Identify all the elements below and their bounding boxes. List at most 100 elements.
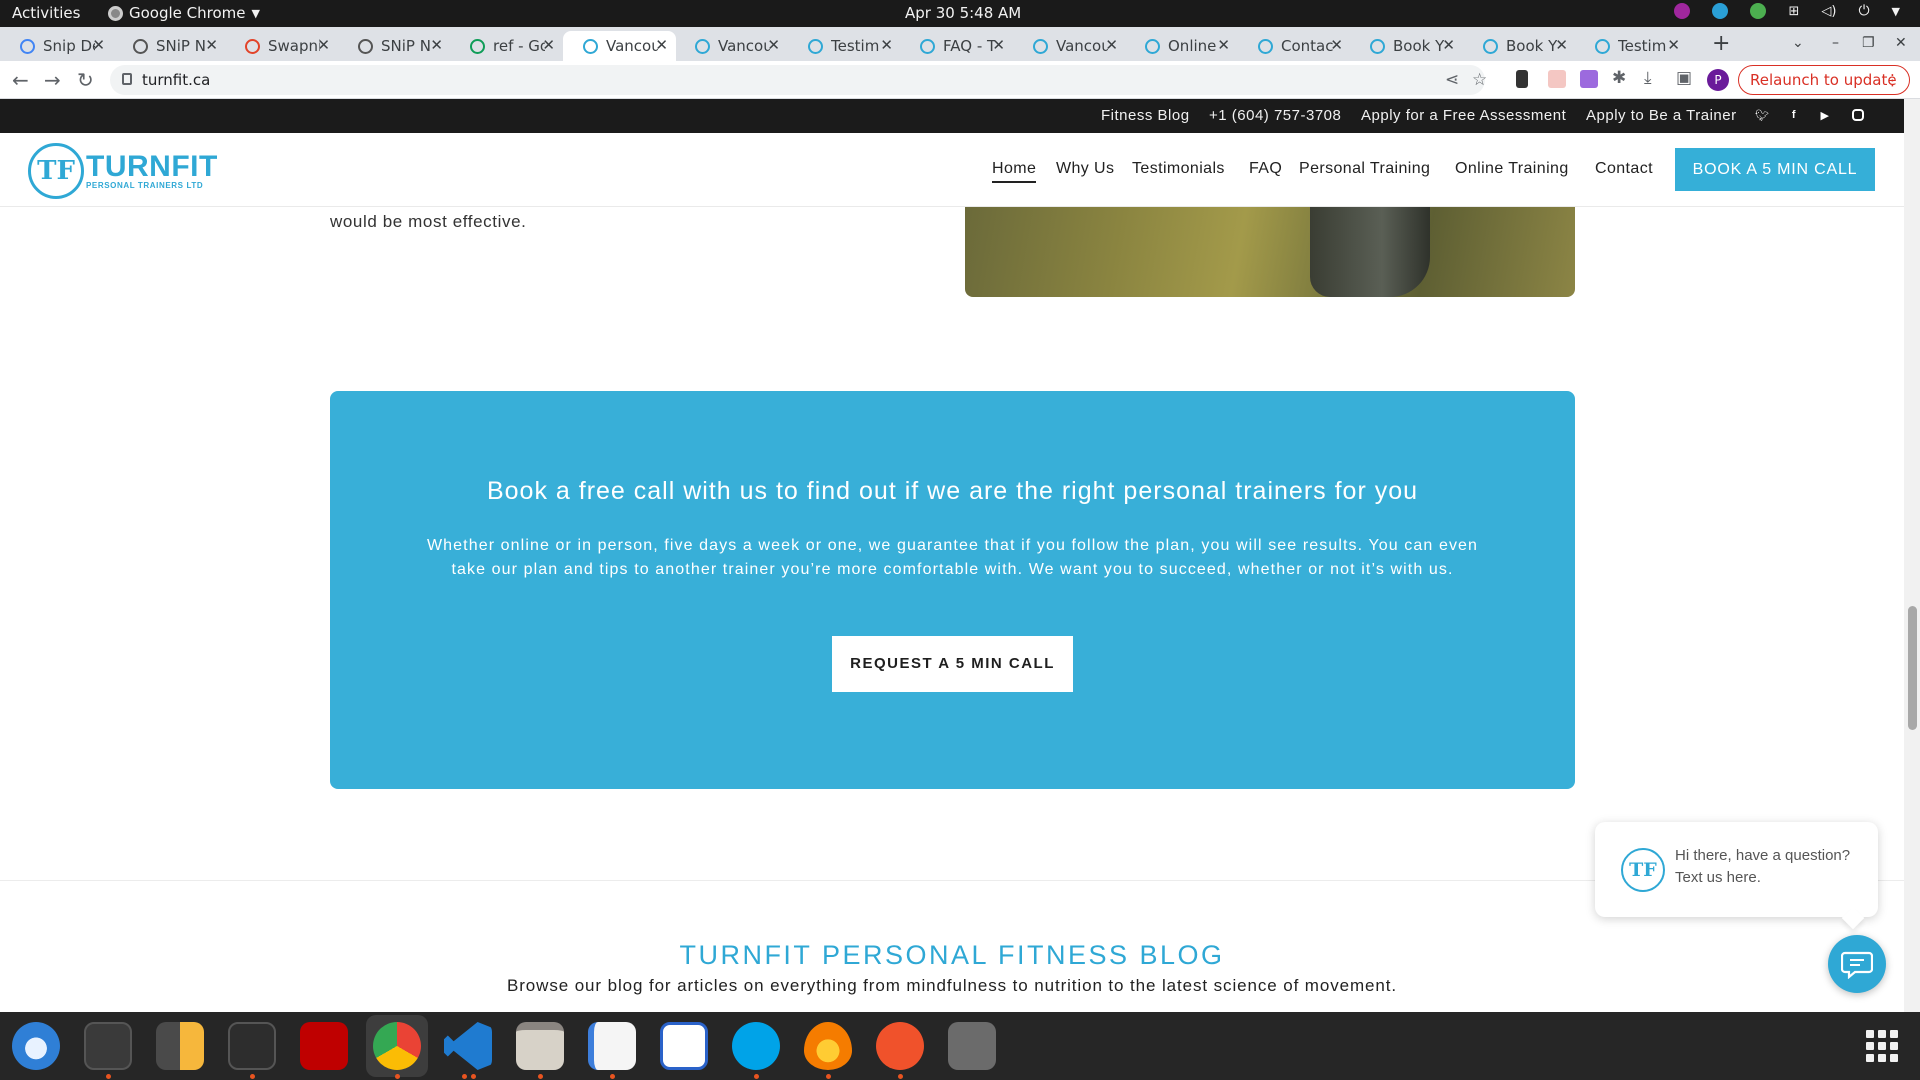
nav-testimonials[interactable]: Testimonials [1132,160,1225,178]
browser-tab[interactable]: SNiP N ✕ [113,31,226,61]
address-bar[interactable]: turnfit.ca ⋖ ☆ [110,65,1487,95]
disk-icon[interactable] [948,1022,996,1070]
bookmark-star-icon[interactable]: ☆ [1472,70,1487,90]
browser-tab[interactable]: Book Y ✕ [1463,31,1576,61]
turnfit-logo[interactable]: TF TURNFIT PERSONAL TRAINERS LTD [28,143,218,199]
browser-tab[interactable]: Swapni ✕ [225,31,338,61]
nav-home[interactable]: Home [992,160,1037,183]
chat-prompt[interactable]: TF Hi there, have a question? Text us he… [1595,822,1878,930]
close-tab-icon[interactable]: ✕ [655,36,668,54]
side-panel-icon[interactable]: ▣ [1676,68,1692,88]
close-tab-icon[interactable]: ✕ [1667,36,1680,54]
check-icon[interactable] [1750,3,1767,19]
profile-avatar[interactable]: P [1707,69,1729,91]
color-picker-icon[interactable] [1674,3,1691,19]
show-apps-icon[interactable] [1866,1030,1898,1062]
files-icon[interactable] [516,1022,564,1070]
restore-icon[interactable]: ❐ [1862,35,1875,51]
nav-why-us[interactable]: Why Us [1056,160,1114,178]
browser-tab[interactable]: FAQ - T ✕ [900,31,1013,61]
close-tab-icon[interactable]: ✕ [92,36,105,54]
request-call-button[interactable]: REQUEST A 5 MIN CALL [832,636,1073,692]
filezilla-icon[interactable] [300,1022,348,1070]
instagram-icon[interactable] [1852,109,1864,121]
minimize-icon[interactable]: – [1832,35,1839,51]
page-scrollbar[interactable] [1904,99,1920,1012]
calendar-extension-icon[interactable] [1548,70,1566,88]
phone-link[interactable]: +1 (604) 757-3708 [1209,107,1341,124]
scrollbar-thumb[interactable] [1908,606,1917,730]
browser-tab[interactable]: SNiP N ✕ [338,31,451,61]
chat-launcher-button[interactable] [1828,935,1886,993]
activities-button[interactable]: Activities [12,4,80,22]
calculator-icon[interactable] [156,1022,204,1070]
skype-icon[interactable] [732,1022,780,1070]
browser-tab[interactable]: Testim ✕ [1575,31,1688,61]
share-icon[interactable]: ⋖ [1445,70,1459,90]
facebook-icon[interactable]: f [1787,109,1801,123]
close-tab-icon[interactable]: ✕ [430,36,443,54]
fitness-blog-link[interactable]: Fitness Blog [1101,107,1190,124]
terminal-icon[interactable] [84,1022,132,1070]
download-icon[interactable]: ⤓ [1644,68,1652,88]
system-tray[interactable]: ⊞ ◁) ⏻ ▼ [1674,3,1900,19]
forward-icon[interactable]: → [44,68,61,92]
text-editor-icon[interactable] [588,1022,636,1070]
browser-tab[interactable]: Vancou ✕ [675,31,788,61]
more-menu-icon[interactable]: ⋮ [1885,66,1900,94]
close-tab-icon[interactable]: ✕ [542,36,555,54]
vscode-icon[interactable] [444,1022,492,1070]
drawing-app-icon[interactable] [876,1022,924,1070]
browser-tab[interactable]: Vancou ✕ [1013,31,1126,61]
clock[interactable]: Apr 30 5:48 AM [905,4,1021,22]
power-icon[interactable]: ⏻ [1858,3,1869,19]
browser-tab[interactable]: Testim ✕ [788,31,901,61]
lock-icon[interactable] [122,73,132,85]
apply-trainer-link[interactable]: Apply to Be a Trainer [1586,107,1737,124]
close-tab-icon[interactable]: ✕ [880,36,893,54]
nav-contact[interactable]: Contact [1595,160,1653,178]
app-menu[interactable]: Google Chrome ▼ [108,4,260,22]
network-icon[interactable]: ⊞ [1788,4,1799,19]
close-tab-icon[interactable]: ✕ [317,36,330,54]
back-icon[interactable]: ← [12,68,29,92]
close-tab-icon[interactable]: ✕ [1330,36,1343,54]
book-call-button[interactable]: BOOK A 5 MIN CALL [1675,148,1875,191]
close-tab-icon[interactable]: ✕ [205,36,218,54]
address-url[interactable]: turnfit.ca [142,71,210,89]
close-tab-icon[interactable]: ✕ [1105,36,1118,54]
close-tab-icon[interactable]: ✕ [1555,36,1568,54]
writer-icon[interactable] [660,1022,708,1070]
close-tab-icon[interactable]: ✕ [1217,36,1230,54]
thunderbird-icon[interactable] [12,1022,60,1070]
twitter-icon[interactable]: 🐦︎ [1755,109,1769,123]
hotspot-icon[interactable] [804,1022,852,1070]
browser-tab[interactable]: Book Y ✕ [1350,31,1463,61]
browser-tab[interactable]: ref - Go ✕ [450,31,563,61]
nav-faq[interactable]: FAQ [1249,160,1282,178]
relaunch-button[interactable]: Relaunch to update ⋮ [1738,65,1910,95]
browser-tab[interactable]: Snip De✕ [0,31,113,61]
close-window-icon[interactable]: ✕ [1895,35,1907,51]
new-tab-icon[interactable]: + [1712,31,1730,56]
tab-title: Vancou [718,37,770,55]
eyedropper-extension-icon[interactable] [1516,70,1528,88]
youtube-icon[interactable]: ▶ [1818,109,1832,123]
free-assessment-link[interactable]: Apply for a Free Assessment [1361,107,1566,124]
close-tab-icon[interactable]: ✕ [1442,36,1455,54]
close-tab-icon[interactable]: ✕ [992,36,1005,54]
close-tab-icon[interactable]: ✕ [767,36,780,54]
volume-icon[interactable]: ◁) [1821,4,1836,19]
pen-extension-icon[interactable] [1580,70,1598,88]
extensions-puzzle-icon[interactable]: ✱ [1612,68,1626,88]
tab-search-icon[interactable]: ⌄ [1792,35,1804,51]
browser-tab[interactable]: Vancou ✕ [563,31,676,61]
system-monitor-icon[interactable] [228,1022,276,1070]
reload-icon[interactable]: ↻ [77,68,94,92]
caret-down-icon[interactable]: ▼ [1892,5,1900,18]
browser-tab[interactable]: Online ✕ [1125,31,1238,61]
nav-personal-training[interactable]: Personal Training [1299,160,1430,178]
sync-icon[interactable] [1712,3,1729,19]
browser-tab[interactable]: Contac ✕ [1238,31,1351,61]
nav-online-training[interactable]: Online Training [1455,160,1569,178]
